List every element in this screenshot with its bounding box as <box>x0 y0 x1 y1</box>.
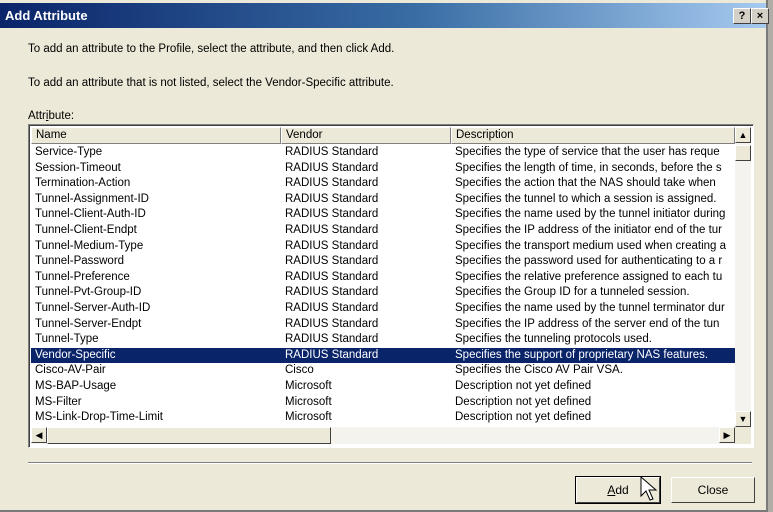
table-row[interactable]: Tunnel-Server-Auth-ID RADIUS Standard Spec… <box>31 301 735 317</box>
instruction-line-1: To add an attribute to the Profile, sele… <box>28 43 395 55</box>
cell-vendor: RADIUS Standard <box>285 348 379 361</box>
cell-name: Cisco-AV-Pair <box>35 364 106 377</box>
table-row[interactable]: Cisco-AV-Pair Cisco Specifies the Cisco AV… <box>31 363 735 379</box>
horizontal-scroll-thumb[interactable] <box>47 427 331 444</box>
cell-description: Specifies the IP address of the initiato… <box>455 223 723 236</box>
cell-vendor: Microsoft <box>285 395 332 408</box>
cell-description: Specifies the password used for authenti… <box>455 255 723 268</box>
cell-description: Description not yet defined <box>455 395 592 408</box>
table-row[interactable]: Vendor-Specific RADIUS Standard Specifies … <box>31 347 735 364</box>
cell-description: Description not yet defined <box>455 411 592 424</box>
close-button[interactable]: Close <box>671 477 755 503</box>
table-row[interactable]: Service-Type RADIUS Standard Specifies the… <box>31 145 735 161</box>
table-row[interactable]: Tunnel-Client-Endpt RADIUS Standard Specif… <box>31 223 735 239</box>
cell-vendor: RADIUS Standard <box>285 177 379 190</box>
cell-name: Tunnel-Pvt-Group-ID <box>35 286 142 299</box>
table-row[interactable]: Tunnel-Client-Auth-ID RADIUS Standard Spec… <box>31 207 735 223</box>
cell-name: Session-Timeout <box>35 161 121 174</box>
list-rows: Service-Type RADIUS Standard Specifies the… <box>31 145 735 426</box>
column-header-name[interactable]: Name <box>31 127 281 144</box>
vertical-scroll-thumb[interactable] <box>735 145 751 161</box>
up-arrow-icon[interactable]: ▲ <box>735 127 751 143</box>
table-row[interactable]: Termination-Action RADIUS Standard Specifi… <box>31 176 735 192</box>
separator <box>28 462 752 464</box>
cell-name: Tunnel-Server-Auth-ID <box>35 301 151 314</box>
table-row[interactable]: Tunnel-Type RADIUS Standard Specifies the … <box>31 332 735 348</box>
cell-name: Tunnel-Type <box>35 333 99 346</box>
cell-name: MS-BAP-Usage <box>35 379 117 392</box>
instruction-line-2: To add an attribute that is not listed, … <box>28 77 394 89</box>
list-header: Name Vendor Description <box>31 127 735 144</box>
down-arrow-icon[interactable]: ▼ <box>735 411 751 427</box>
cell-description: Specifies the relative preference assign… <box>455 270 723 283</box>
cell-description: Specifies the type of service that the u… <box>455 146 720 158</box>
cell-description: Specifies the support of proprietary NAS… <box>455 348 709 361</box>
cell-vendor: Cisco <box>285 364 314 377</box>
cell-vendor: Microsoft <box>285 411 332 424</box>
cell-name: Tunnel-Assignment-ID <box>35 192 149 205</box>
help-button[interactable]: ? <box>733 8 751 24</box>
cell-vendor: RADIUS Standard <box>285 317 379 330</box>
cell-vendor: RADIUS Standard <box>285 192 379 205</box>
cell-description: Specifies the IP address of the server e… <box>455 317 720 330</box>
title-bar[interactable]: Add Attribute ? × <box>0 3 769 28</box>
cell-vendor: RADIUS Standard <box>285 161 379 174</box>
cell-vendor: RADIUS Standard <box>285 301 379 314</box>
table-row[interactable]: Tunnel-Password RADIUS Standard Specifies … <box>31 254 735 270</box>
window-title: Add Attribute <box>5 8 88 23</box>
cell-name: Tunnel-Client-Endpt <box>35 223 137 236</box>
cell-name: Tunnel-Server-Endpt <box>35 317 142 330</box>
table-row[interactable]: Tunnel-Pvt-Group-ID RADIUS Standard Specif… <box>31 285 735 301</box>
table-row[interactable]: MS-BAP-Usage Microsoft Description not yet… <box>31 379 735 395</box>
cell-name: MS-Link-Drop-Time-Limit <box>35 411 163 424</box>
table-row[interactable]: Session-Timeout RADIUS Standard Specifies … <box>31 161 735 177</box>
cell-vendor: RADIUS Standard <box>285 333 379 346</box>
scroll-corner <box>735 427 751 444</box>
right-arrow-icon[interactable]: ▶ <box>719 427 735 443</box>
column-header-description[interactable]: Description <box>451 127 735 144</box>
cell-description: Specifies the tunnel to which a session … <box>455 192 717 205</box>
cell-vendor: Microsoft <box>285 379 332 392</box>
vertical-scrollbar[interactable]: ▲ ▼ <box>735 127 751 427</box>
cell-vendor: RADIUS Standard <box>285 208 379 221</box>
cell-vendor: RADIUS Standard <box>285 255 379 268</box>
cell-name: Tunnel-Password <box>35 255 125 268</box>
table-row[interactable]: Tunnel-Server-Endpt RADIUS Standard Specif… <box>31 317 735 333</box>
cell-name: Vendor-Specific <box>35 348 116 361</box>
cell-name: Service-Type <box>35 146 103 158</box>
cell-description: Specifies the name used by the tunnel te… <box>455 301 725 314</box>
close-window-button[interactable]: × <box>751 8 769 24</box>
mouse-pointer-icon <box>640 476 658 501</box>
cell-description: Specifies the Cisco AV Pair VSA. <box>455 364 623 377</box>
cell-vendor: RADIUS Standard <box>285 239 379 252</box>
cell-description: Specifies the transport medium used when… <box>455 239 727 252</box>
table-row[interactable]: Tunnel-Medium-Type RADIUS Standard Specifi… <box>31 239 735 255</box>
cell-description: Specifies the Group ID for a tunneled se… <box>455 286 690 299</box>
table-row[interactable]: MS-Filter Microsoft Description not yet de… <box>31 395 735 411</box>
cell-description: Specifies the length of time, in seconds… <box>455 161 722 174</box>
cell-description: Description not yet defined <box>455 379 592 392</box>
cell-name: Termination-Action <box>35 177 131 190</box>
attribute-label: Attribute: <box>28 110 75 122</box>
cell-vendor: RADIUS Standard <box>285 270 379 283</box>
cell-description: Specifies the name used by the tunnel in… <box>455 208 726 221</box>
cell-vendor: RADIUS Standard <box>285 146 379 158</box>
column-header-vendor[interactable]: Vendor <box>281 127 451 144</box>
cell-description: Specifies the action that the NAS should… <box>455 177 716 190</box>
cell-name: MS-Filter <box>35 395 82 408</box>
cell-vendor: RADIUS Standard <box>285 223 379 236</box>
cell-name: Tunnel-Medium-Type <box>35 239 144 252</box>
cell-name: Tunnel-Preference <box>35 270 130 283</box>
table-row[interactable]: MS-Link-Drop-Time-Limit Microsoft Descript… <box>31 410 735 426</box>
table-row[interactable]: Tunnel-Preference RADIUS Standard Specifie… <box>31 270 735 286</box>
cell-description: Specifies the tunneling protocols used. <box>455 333 652 346</box>
cell-vendor: RADIUS Standard <box>285 286 379 299</box>
cell-name: Tunnel-Client-Auth-ID <box>35 208 146 221</box>
attribute-list[interactable]: Name Vendor Description Service-Type RADI… <box>28 124 754 448</box>
table-row[interactable]: Tunnel-Assignment-ID RADIUS Standard Speci… <box>31 192 735 208</box>
add-attribute-dialog: Add Attribute ? × To add an attribute to… <box>0 0 769 512</box>
horizontal-scrollbar[interactable]: ◀ ▶ <box>31 427 735 444</box>
left-arrow-icon[interactable]: ◀ <box>31 427 47 443</box>
